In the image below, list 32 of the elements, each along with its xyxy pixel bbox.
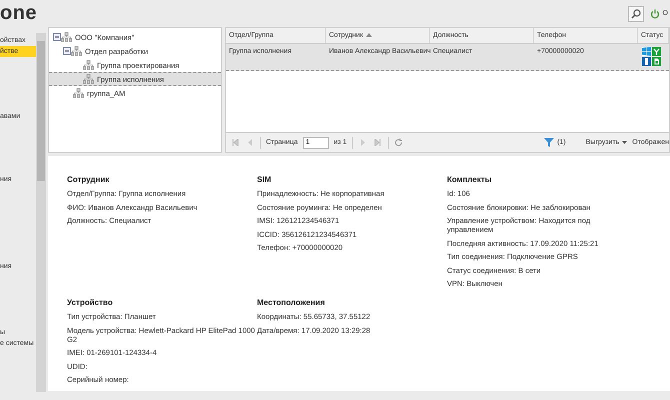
org-structure-icon — [71, 46, 82, 56]
previous-icon — [247, 139, 253, 146]
section-title: Комплекты — [447, 175, 493, 184]
windows-icon — [642, 47, 651, 56]
last-page-icon — [374, 139, 382, 146]
org-structure-icon — [83, 74, 94, 84]
app-logo: one — [0, 2, 38, 25]
collapse-icon[interactable] — [53, 33, 61, 41]
antenna-icon — [652, 47, 661, 56]
search-button[interactable] — [628, 6, 644, 22]
search-icon — [630, 8, 641, 18]
filter-icon — [544, 138, 554, 147]
power-icon — [650, 8, 660, 18]
collapse-icon[interactable] — [63, 47, 71, 55]
caret-icon — [622, 141, 628, 144]
section-title: Сотрудник — [67, 175, 110, 184]
refresh-icon — [394, 138, 404, 147]
first-page-button[interactable] — [230, 138, 240, 148]
section-title: Местоположения — [257, 298, 326, 307]
first-page-icon — [232, 139, 238, 146]
last-page-button[interactable] — [372, 138, 383, 148]
org-structure-icon — [83, 60, 94, 70]
org-structure-icon — [73, 88, 84, 98]
org-structure-icon — [61, 32, 72, 42]
next-icon — [360, 139, 366, 146]
section-title: Устройство — [67, 298, 114, 307]
refresh-button[interactable] — [394, 138, 404, 148]
scrollbar[interactable] — [36, 33, 46, 392]
sim-card-icon — [652, 57, 661, 66]
sort-arrow-icon — [366, 32, 372, 37]
phone-icon — [642, 57, 651, 66]
section-title: SIM — [257, 175, 272, 184]
